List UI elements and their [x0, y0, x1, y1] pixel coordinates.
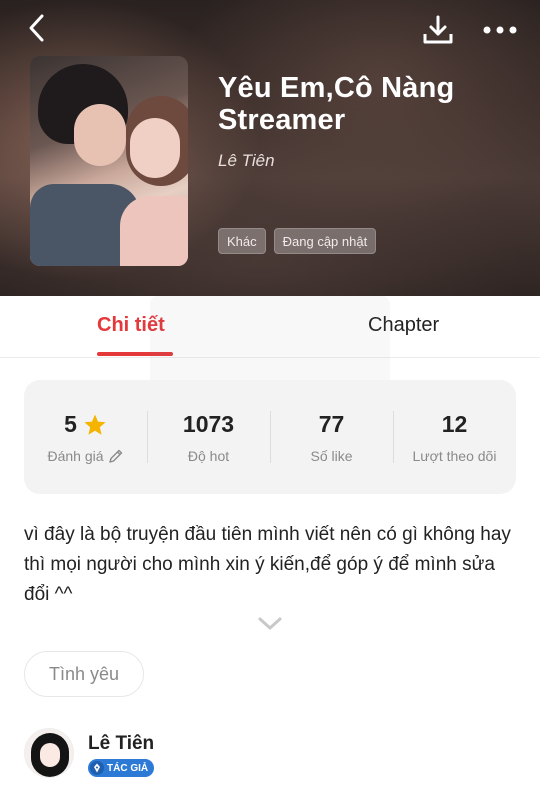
author-badge-label: TÁC GIẢ: [107, 762, 149, 774]
likes-label: Số like: [310, 448, 353, 464]
back-button[interactable]: [18, 10, 54, 46]
author-card[interactable]: Lê Tiên TÁC GIẢ: [24, 728, 504, 780]
chevron-left-icon: [29, 14, 44, 42]
hot-value: 1073: [182, 411, 235, 437]
avatar[interactable]: [24, 728, 74, 778]
story-title: Yêu Em,Cô Nàng Streamer: [218, 72, 455, 136]
story-tags: Khác Đang cập nhật: [218, 228, 377, 254]
story-author[interactable]: Lê Tiên: [218, 151, 275, 171]
pen-nib-icon: [90, 761, 104, 775]
story-description: vì đây là bộ truyện đầu tiên mình viết n…: [24, 524, 511, 605]
story-header: Yêu Em,Cô Nàng Streamer Lê Tiên Khác Đan…: [0, 0, 540, 296]
likes-value: 77: [318, 411, 345, 437]
chevron-down-icon: [258, 617, 282, 630]
author-name[interactable]: Lê Tiên: [88, 733, 154, 755]
more-dots-icon: [483, 26, 517, 34]
followers-value: 12: [441, 411, 468, 437]
rating-label: Đánh giá: [47, 448, 104, 464]
pencil-icon: [108, 449, 122, 463]
story-cover-image: [30, 56, 188, 266]
stat-likes: 77 Số like: [270, 411, 393, 464]
stat-followers: 12 Lượt theo dõi: [393, 411, 516, 464]
expand-description-button[interactable]: [256, 614, 284, 634]
author-badge: TÁC GIẢ: [88, 759, 155, 777]
stat-hot: 1073 Độ hot: [147, 411, 270, 464]
stat-rating[interactable]: 5 Đánh giá: [24, 411, 147, 464]
tag-status: Đang cập nhật: [273, 228, 377, 254]
followers-label: Lượt theo dõi: [412, 448, 497, 464]
more-options-button[interactable]: [478, 12, 522, 48]
download-button[interactable]: [418, 12, 458, 48]
tag-category[interactable]: Khác: [218, 228, 266, 254]
download-icon: [423, 15, 453, 44]
stats-panel: 5 Đánh giá 1073 Độ hot 77 Số like 12 Lượ…: [24, 380, 516, 494]
hot-label: Độ hot: [187, 448, 230, 464]
star-icon: [84, 414, 106, 435]
genre-chip[interactable]: Tình yêu: [24, 651, 145, 697]
rating-value: 5: [64, 411, 77, 437]
